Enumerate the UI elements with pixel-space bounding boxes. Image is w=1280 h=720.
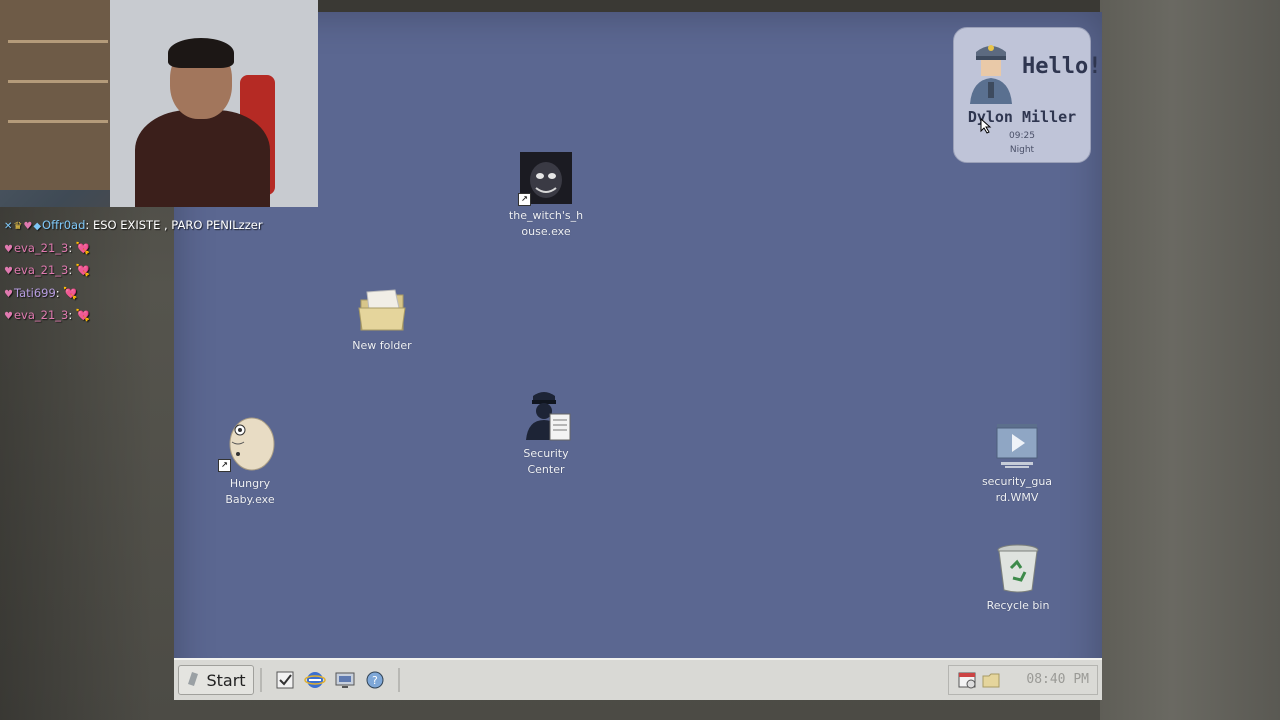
chat-badge-icon: ✕ <box>4 221 13 232</box>
shortcut-arrow-icon: ↗ <box>218 459 231 472</box>
chat-username: eva_21_3 <box>13 240 69 255</box>
icon-label: New folder <box>352 339 412 352</box>
chat-text: 💘 <box>75 308 91 322</box>
folder-tray-icon[interactable] <box>981 670 1001 694</box>
svg-text:?: ? <box>372 674 378 687</box>
chat-text: ESO EXISTE , PARO PENILzzer <box>92 218 263 232</box>
computer-icon[interactable] <box>334 670 356 690</box>
chat-message: ♥Tati699: 💘 <box>4 284 324 307</box>
guard-avatar-icon <box>966 38 1016 108</box>
chat-username: Offr0ad <box>42 218 86 232</box>
taskbar-separator <box>398 668 400 692</box>
heart-badge-icon: ♥ <box>4 288 13 300</box>
heart-badge-icon: ♥ <box>4 243 13 255</box>
chat-message: ♥eva_21_3: 💘 <box>4 306 324 329</box>
chat-colon: : <box>68 240 76 255</box>
help-icon[interactable]: ? <box>364 670 386 690</box>
recycle-bin-icon <box>995 542 1041 594</box>
desktop-icon-security-center[interactable]: Security Center <box>491 386 601 478</box>
desktop-icon-security-guard-video[interactable]: security_gua rd.WMV <box>962 422 1072 506</box>
system-tray: 08:40 PM <box>948 665 1098 695</box>
webcam-person-hair <box>168 38 234 68</box>
chat-username: Tati699 <box>13 285 56 300</box>
icon-label: Security Center <box>523 447 569 476</box>
chat-message: ♥eva_21_3: 💘 <box>4 261 324 284</box>
desktop-icon-hungry-baby[interactable]: ↗ Hungry Baby.exe <box>195 416 305 508</box>
chat-text: 💘 <box>63 285 78 300</box>
monitor-bezel-right <box>1100 0 1280 720</box>
crown-badge-icon: ♛ <box>13 221 23 232</box>
user-name: Dylon Miller <box>967 108 1077 126</box>
taskbar-clock: 08:40 PM <box>1026 672 1089 687</box>
start-flag-icon <box>186 670 200 690</box>
icon-label: Hungry Baby.exe <box>225 477 275 506</box>
icon-label: the_witch's_h ouse.exe <box>508 209 584 238</box>
mouse-cursor <box>980 117 992 138</box>
icon-label: Recycle bin <box>986 599 1050 612</box>
shift-time: 09:25 <box>1009 131 1035 141</box>
chat-message: ✕♛♥◆Offr0ad: ESO EXISTE , PARO PENILzzer <box>4 216 324 239</box>
internet-explorer-icon[interactable] <box>304 670 326 690</box>
start-label: Start <box>206 670 246 690</box>
baby-icon: ↗ <box>218 416 278 472</box>
chat-colon: : <box>68 263 76 277</box>
shift-period: Night <box>1009 145 1035 155</box>
desktop-icon-witch-house[interactable]: ↗ the_witch's_h ouse.exe <box>491 152 601 240</box>
video-file-icon <box>995 422 1039 470</box>
taskbar: Start ? 08:40 PM <box>174 658 1102 700</box>
calendar-icon[interactable] <box>957 670 977 694</box>
chat-username: eva_21_3 <box>13 308 69 322</box>
stream-chat: ✕♛♥◆Offr0ad: ESO EXISTE , PARO PENILzzer… <box>4 216 324 329</box>
chat-message: ♥eva_21_3: 💘 <box>4 239 324 262</box>
user-welcome-card: Hello! Dylon Miller 09:25 Night <box>953 27 1101 163</box>
taskbar-separator <box>260 668 262 692</box>
chat-colon: : <box>85 218 93 232</box>
gem-badge-icon: ◆ <box>33 221 42 232</box>
icon-label: security_gua rd.WMV <box>981 475 1053 504</box>
security-guard-icon <box>518 386 574 442</box>
chat-text: 💘 <box>75 240 91 255</box>
webcam-overlay <box>0 0 318 207</box>
start-button[interactable]: Start <box>178 665 254 695</box>
greeting-text: Hello! <box>1022 54 1102 79</box>
chat-username: eva_21_3 <box>13 263 69 277</box>
heart-badge-icon: ♥ <box>4 311 13 322</box>
heart-badge-icon: ♥ <box>23 221 33 232</box>
desktop-icon-new-folder[interactable]: New folder <box>327 288 437 354</box>
webcam-person-body <box>135 110 270 207</box>
folder-icon <box>357 288 407 334</box>
chat-text: 💘 <box>75 263 91 277</box>
webcam-shelf <box>0 0 115 190</box>
heart-badge-icon: ♥ <box>4 266 13 277</box>
desktop-icon-recycle-bin[interactable]: Recycle bin <box>963 542 1073 614</box>
notepad-icon[interactable] <box>274 670 296 690</box>
shortcut-arrow-icon: ↗ <box>518 193 531 206</box>
witch-face-icon: ↗ <box>518 152 572 206</box>
chat-colon: : <box>68 308 76 322</box>
